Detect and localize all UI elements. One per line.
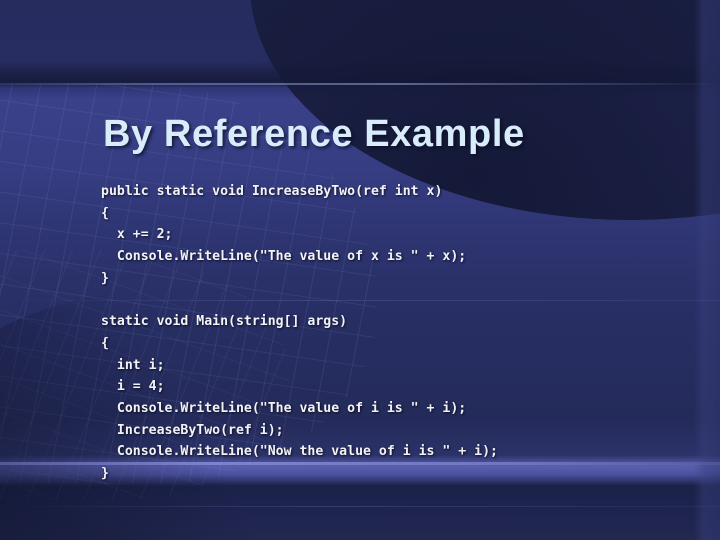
- code-line: Console.WriteLine("The value of i is " +…: [101, 400, 467, 416]
- background-right-edge-seam: [694, 0, 720, 540]
- code-line: x += 2;: [101, 227, 173, 243]
- code-line: {: [101, 335, 109, 351]
- background-sheen-bottom: [0, 506, 720, 507]
- code-line: IncreaseByTwo(ref i);: [101, 422, 284, 438]
- page-title: By Reference Example: [103, 113, 525, 155]
- code-block: public static void IncreaseByTwo(ref int…: [101, 181, 686, 485]
- presentation-slide: By Reference Example public static void …: [0, 0, 720, 540]
- code-line: Console.WriteLine("Now the value of i is…: [101, 444, 498, 460]
- code-line: static void Main(string[] args): [101, 314, 348, 330]
- code-line: {: [101, 205, 109, 221]
- code-line: Console.WriteLine("The value of x is " +…: [101, 249, 467, 265]
- code-line: }: [101, 465, 109, 481]
- code-line: i = 4;: [101, 379, 165, 395]
- code-line: }: [101, 270, 109, 286]
- code-line: int i;: [101, 357, 165, 373]
- background-highlight-line-top: [0, 83, 720, 85]
- code-line: public static void IncreaseByTwo(ref int…: [101, 184, 443, 199]
